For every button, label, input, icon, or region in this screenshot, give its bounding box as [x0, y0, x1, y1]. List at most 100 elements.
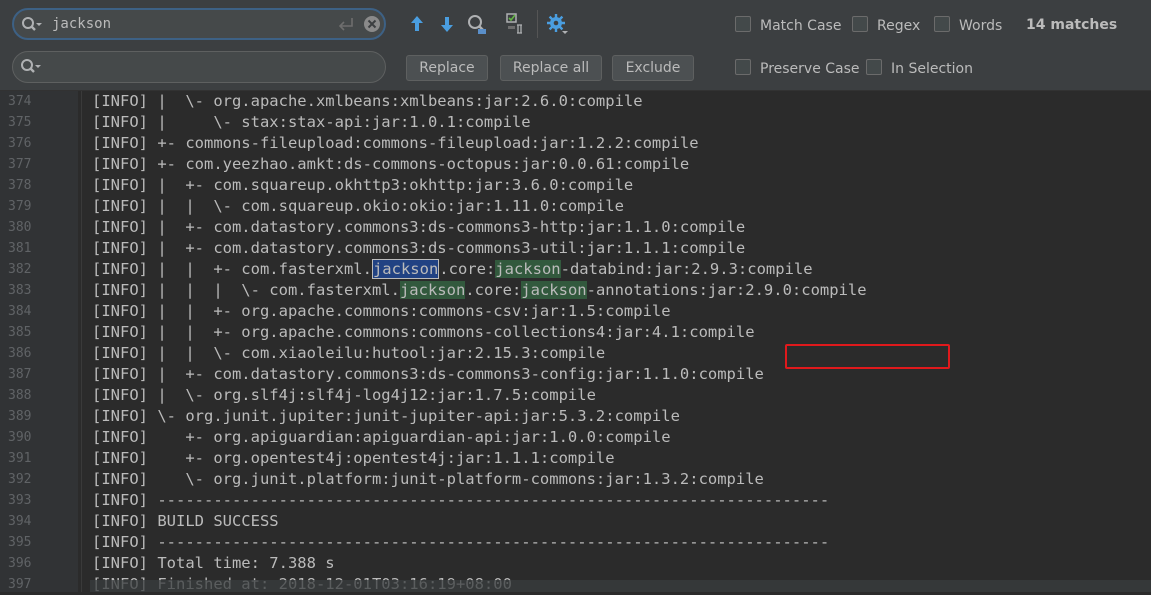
match-count: 14 matches [1026, 17, 1118, 33]
code-line: 389 [INFO] \- org.junit.jupiter:junit-jup… [0, 406, 1151, 427]
code-text: [INFO] Total time: 7.388 s [92, 553, 335, 574]
exclude-button[interactable]: Exclude [612, 55, 694, 81]
in-selection-box[interactable] [866, 59, 882, 75]
match-case-box[interactable] [735, 16, 751, 32]
code-text: [INFO] | | +- com.fasterxml.jackson.core… [92, 259, 813, 280]
code-text: [INFO] | | | \- com.fasterxml.jackson.co… [92, 280, 867, 301]
line-number: 389 [8, 409, 32, 424]
annotation-red-box [785, 344, 950, 369]
line-number: 375 [8, 115, 32, 130]
search-match: jackson [399, 281, 466, 299]
code-text: [INFO] | +- com.datastory.commons3:ds-co… [92, 217, 745, 238]
clear-icon[interactable] [363, 15, 381, 33]
code-line: 392 [INFO] \- org.junit.platform:junit-pl… [0, 469, 1151, 490]
replace-history-icon[interactable] [20, 58, 42, 76]
select-all-occurrences-icon[interactable] [505, 12, 529, 36]
code-segment: [INFO] BUILD SUCCESS [92, 512, 279, 530]
code-segment: [INFO] | | +- org.apache.commons:commons… [92, 323, 755, 341]
code-line: 396 [INFO] Total time: 7.388 s [0, 553, 1151, 574]
words-box[interactable] [934, 16, 950, 32]
line-number: 384 [8, 304, 32, 319]
code-segment: [INFO] | +- com.squareup.okhttp3:okhttp:… [92, 176, 634, 194]
code-text: [INFO] | | \- com.xiaoleilu:hutool:jar:2… [92, 343, 605, 364]
code-text: [INFO] | +- com.datastory.commons3:ds-co… [92, 364, 764, 385]
enter-icon[interactable] [336, 15, 356, 33]
code-text: [INFO] | \- stax:stax-api:jar:1.0.1:comp… [92, 112, 531, 133]
code-line: 378 [INFO] | +- com.squareup.okhttp3:okht… [0, 175, 1151, 196]
line-number: 388 [8, 388, 32, 403]
code-segment: .core: [465, 281, 522, 299]
code-line: 386 [INFO] | | \- com.xiaoleilu:hutool:ja… [0, 343, 1151, 364]
code-line: 391 [INFO] +- org.opentest4j:opentest4j:j… [0, 448, 1151, 469]
regex-box[interactable] [852, 16, 868, 32]
in-selection-checkbox[interactable]: In Selection [866, 59, 973, 77]
words-checkbox[interactable]: Words [934, 16, 1002, 34]
code-line: 394 [INFO] BUILD SUCCESS [0, 511, 1151, 532]
find-all-icon[interactable] [465, 12, 489, 36]
code-segment: -databind:jar:2.9.3:compile [560, 260, 813, 278]
code-text: [INFO] | | +- org.apache.commons:commons… [92, 322, 755, 343]
code-text: [INFO] +- org.apiguardian:apiguardian-ap… [92, 427, 671, 448]
line-number: 377 [8, 157, 32, 172]
regex-checkbox[interactable]: Regex [852, 16, 920, 34]
code-text: [INFO] +- commons-fileupload:commons-fil… [92, 133, 699, 154]
find-replace-toolbar: jackson Match Case Regex Words 14 matche… [0, 0, 1151, 91]
code-segment: [INFO] ---------------------------------… [92, 533, 830, 551]
line-number: 379 [8, 199, 32, 214]
line-number: 391 [8, 451, 32, 466]
code-segment: [INFO] \- org.junit.platform:junit-platf… [92, 470, 764, 488]
code-text: [INFO] ---------------------------------… [92, 532, 829, 553]
code-line: 376 [INFO] +- commons-fileupload:commons-… [0, 133, 1151, 154]
code-text: [INFO] | +- com.squareup.okhttp3:okhttp:… [92, 175, 633, 196]
code-segment: [INFO] | +- com.datastory.commons3:ds-co… [92, 239, 746, 257]
search-input[interactable]: jackson [52, 16, 111, 32]
line-number: 387 [8, 367, 32, 382]
next-occurrence-icon[interactable] [435, 12, 459, 36]
code-text: [INFO] | | \- com.squareup.okio:okio:jar… [92, 196, 624, 217]
replace-button[interactable]: Replace [406, 55, 488, 81]
code-segment: .core: [439, 260, 496, 278]
code-text: [INFO] | \- org.apache.xmlbeans:xmlbeans… [92, 91, 643, 112]
line-number: 396 [8, 556, 32, 571]
toolbar-separator [537, 10, 538, 38]
code-text: [INFO] +- org.opentest4j:opentest4j:jar:… [92, 448, 615, 469]
previous-occurrence-icon[interactable] [405, 12, 429, 36]
code-segment: [INFO] | | | \- com.fasterxml. [92, 281, 400, 299]
line-number: 382 [8, 262, 32, 277]
code-line: 390 [INFO] +- org.apiguardian:apiguardian… [0, 427, 1151, 448]
code-segment: [INFO] | \- org.apache.xmlbeans:xmlbeans… [92, 92, 643, 110]
replace-field[interactable] [12, 51, 386, 83]
preserve-case-checkbox[interactable]: Preserve Case [735, 59, 860, 77]
preserve-case-box[interactable] [735, 59, 751, 75]
code-text: [INFO] BUILD SUCCESS [92, 511, 279, 532]
code-segment: [INFO] +- org.apiguardian:apiguardian-ap… [92, 428, 671, 446]
search-field[interactable]: jackson [12, 8, 386, 40]
search-match: jackson [521, 281, 587, 299]
line-number: 381 [8, 241, 32, 256]
line-number: 390 [8, 430, 32, 445]
code-line: 382 [INFO] | | +- com.fasterxml.jackson.c… [0, 259, 1151, 280]
code-line: 379 [INFO] | | \- com.squareup.okio:okio:… [0, 196, 1151, 217]
line-number: 386 [8, 346, 32, 361]
code-segment: [INFO] | | +- org.apache.commons:commons… [92, 302, 671, 320]
filter-settings-icon[interactable] [545, 12, 569, 36]
code-segment: [INFO] | | +- com.fasterxml. [92, 260, 372, 278]
code-segment: [INFO] +- org.opentest4j:opentest4j:jar:… [92, 449, 615, 467]
code-text: [INFO] | | +- org.apache.commons:commons… [92, 301, 671, 322]
code-text: [INFO] | +- com.datastory.commons3:ds-co… [92, 238, 745, 259]
line-number: 376 [8, 136, 32, 151]
horizontal-scrollbar[interactable] [90, 580, 1151, 592]
match-case-checkbox[interactable]: Match Case [735, 16, 841, 34]
search-history-icon[interactable] [21, 16, 43, 34]
code-text: [INFO] ---------------------------------… [92, 490, 829, 511]
code-line: 377 [INFO] +- com.yeezhao.amkt:ds-commons… [0, 154, 1151, 175]
code-editor[interactable]: 374 [INFO] | \- org.apache.xmlbeans:xmlbe… [0, 91, 1151, 593]
code-segment: [INFO] ---------------------------------… [92, 491, 830, 509]
replace-all-button[interactable]: Replace all [500, 55, 602, 81]
code-segment: [INFO] Total time: 7.388 s [92, 554, 335, 572]
code-line: 383 [INFO] | | | \- com.fasterxml.jackson… [0, 280, 1151, 301]
current-search-match: jackson [371, 259, 440, 279]
code-line: 384 [INFO] | | +- org.apache.commons:comm… [0, 301, 1151, 322]
code-line: 375 [INFO] | \- stax:stax-api:jar:1.0.1:c… [0, 112, 1151, 133]
code-segment: -annotations:jar:2.9.0:compile [586, 281, 867, 299]
